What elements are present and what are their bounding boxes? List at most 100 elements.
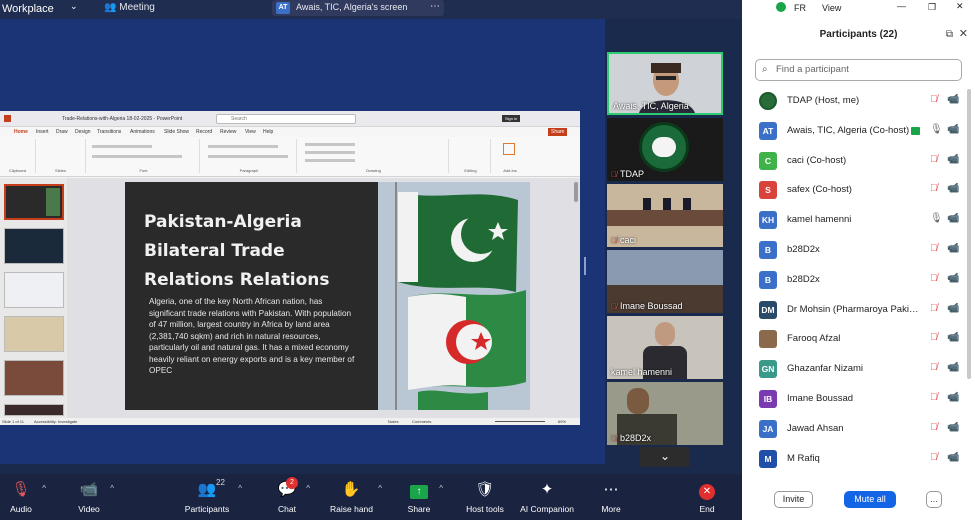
participant-row[interactable]: Bb28D2x 🎙̸ 📹 (742, 267, 975, 297)
slide-thumbnail[interactable] (4, 360, 64, 396)
close-icon[interactable]: ✕ (959, 27, 968, 40)
zoom-level[interactable]: 69% (558, 419, 566, 424)
participant-row[interactable]: DM Dr Mohsin (Pharmaroya Pakist... 🎙̸ 📹 (742, 297, 975, 327)
video-off-icon[interactable]: 📹 (947, 392, 959, 403)
chevron-up-icon[interactable]: ^ (439, 484, 443, 493)
pp-tab-draw[interactable]: Draw (56, 129, 68, 135)
slide-thumbnail[interactable] (4, 272, 64, 308)
mic-muted-icon[interactable]: 🎙̸ (930, 183, 938, 194)
mic-muted-icon[interactable]: 🎙̸ (930, 362, 938, 373)
raise-hand-button[interactable]: ✋ Raise hand ^ (330, 480, 382, 514)
stage-divider-handle[interactable] (584, 257, 586, 275)
mic-muted-icon[interactable]: 🎙̸ (930, 452, 938, 463)
chevron-down-icon[interactable]: ⌄ (640, 447, 690, 467)
mute-all-button[interactable]: Mute all (844, 491, 896, 508)
mic-muted-icon[interactable]: 🎙̸ (930, 332, 938, 343)
video-off-icon[interactable]: 📹 (947, 213, 959, 224)
participants-button[interactable]: 👥 22 Participants ^ (182, 478, 242, 514)
notes-button[interactable]: Notes (388, 419, 398, 424)
video-tile[interactable]: 🎙̸ TDAP (607, 118, 723, 181)
video-off-icon[interactable]: 📹 (947, 124, 959, 135)
pp-share-button[interactable]: Share (548, 128, 568, 136)
chat-button[interactable]: 💬 2 Chat ^ (274, 477, 310, 514)
participant-row[interactable]: Ssafex (Co-host) 🎙̸ 📹 (742, 177, 975, 207)
addins-icon[interactable] (503, 143, 515, 155)
participant-row[interactable]: AT Awais, TIC, Algeria (Co-host) 🎙 📹 (742, 118, 975, 148)
zoom-slider[interactable] (495, 421, 545, 422)
participant-row[interactable]: IB Imane Boussad 🎙̸ 📹 (742, 386, 975, 416)
pp-tab-slideshow[interactable]: Slide Show (164, 129, 189, 135)
video-off-icon[interactable]: 📹 (947, 332, 959, 343)
chevron-up-icon[interactable]: ^ (42, 484, 46, 493)
mic-icon[interactable]: 🎙 (930, 124, 943, 135)
pp-tab-home[interactable]: Home (14, 129, 28, 135)
video-tile[interactable]: kamel hamenni (607, 316, 723, 379)
chevron-up-icon[interactable]: ^ (238, 484, 242, 493)
mic-muted-icon[interactable]: 🎙̸ (930, 94, 938, 105)
more-button[interactable]: ... (926, 491, 942, 508)
video-off-icon[interactable]: 📹 (947, 362, 959, 373)
video-button[interactable]: 📹 Video ^ (74, 480, 114, 514)
mic-muted-icon[interactable]: 🎙̸ (930, 273, 938, 284)
slide-thumbnail[interactable] (4, 316, 64, 352)
participant-row[interactable]: Farooq Afzal 🎙̸ 📹 (742, 326, 975, 356)
chevron-up-icon[interactable]: ^ (378, 484, 382, 493)
end-button[interactable]: ✕ End (694, 480, 720, 514)
pp-tab-insert[interactable]: Insert (36, 129, 49, 135)
pp-tab-design[interactable]: Design (75, 129, 91, 135)
more-button[interactable]: ⋯ More (598, 480, 624, 514)
close-icon[interactable]: ✕ (956, 1, 964, 12)
video-tile[interactable]: 🎙̸ caci (607, 184, 723, 247)
participant-row[interactable]: M M Rafiq 🎙̸ 📹 (742, 446, 975, 476)
mic-icon[interactable]: 🎙 (930, 213, 943, 224)
view-button[interactable]: View (822, 3, 841, 13)
mic-muted-icon[interactable]: 🎙̸ (930, 243, 938, 254)
pp-vertical-scrollbar[interactable] (574, 182, 578, 202)
participant-row[interactable]: JA Jawad Ahsan 🎙̸ 📹 (742, 416, 975, 446)
popout-icon[interactable]: ⧉ (946, 29, 953, 40)
participant-row[interactable]: GN Ghazanfar Nizami 🎙̸ 📹 (742, 356, 975, 386)
screen-share-indicator[interactable]: AT Awais, TIC, Algeria's screen ⋯ (272, 0, 444, 16)
ai-companion-button[interactable]: ✦ AI Companion (518, 480, 576, 514)
meeting-label[interactable]: 👥 Meeting (104, 2, 155, 13)
pp-search-input[interactable]: Search (216, 114, 356, 124)
slide-thumbnail[interactable] (4, 228, 64, 264)
pp-tab-record[interactable]: Record (196, 129, 212, 135)
chevron-up-icon[interactable]: ^ (306, 484, 310, 493)
pp-tab-view[interactable]: View (245, 129, 256, 135)
slide-thumbnail[interactable] (4, 404, 64, 416)
pp-tab-help[interactable]: Help (263, 129, 273, 135)
mic-muted-icon[interactable]: 🎙̸ (930, 303, 938, 314)
pp-tab-animations[interactable]: Animations (130, 129, 155, 135)
comments-button[interactable]: Comments (412, 419, 431, 424)
host-tools-button[interactable]: 🛡 Host tools (464, 480, 506, 514)
invite-button[interactable]: Invite (774, 491, 813, 508)
minimize-icon[interactable]: — (897, 1, 906, 11)
chevron-up-icon[interactable]: ^ (110, 484, 114, 493)
video-off-icon[interactable]: 📹 (947, 273, 959, 284)
accessibility-status[interactable]: Accessibility: Investigate (34, 419, 77, 424)
mic-muted-icon[interactable]: 🎙̸ (930, 422, 938, 433)
participant-row[interactable]: Bb28D2x 🎙̸ 📹 (742, 237, 975, 267)
language-label[interactable]: FR (794, 3, 806, 13)
participant-row[interactable]: TDAP (Host, me) 🎙̸ 📹 (742, 88, 975, 118)
mic-muted-icon[interactable]: 🎙̸ (930, 154, 938, 165)
video-tile[interactable]: Awais, TIC, Algeria (607, 52, 723, 115)
video-off-icon[interactable]: 📹 (947, 183, 959, 194)
video-tile[interactable]: 🎙̸ b28D2x (607, 382, 723, 445)
more-options-icon[interactable]: ⋯ (430, 1, 440, 12)
video-off-icon[interactable]: 📹 (947, 303, 959, 314)
pp-signin-button[interactable]: Sign in (502, 115, 521, 122)
pp-tab-review[interactable]: Review (220, 129, 236, 135)
participant-search-input[interactable]: ⌕ Find a participant (755, 59, 962, 81)
participant-row[interactable]: Ccaci (Co-host) 🎙̸ 📹 (742, 148, 975, 178)
video-off-icon[interactable]: 📹 (947, 452, 959, 463)
share-button[interactable]: ↑ Share ^ (405, 480, 443, 514)
audio-button[interactable]: 🎙 Audio ^ (6, 480, 46, 514)
video-off-icon[interactable]: 📹 (947, 422, 959, 433)
chevron-down-icon[interactable]: ⌄ (70, 1, 78, 12)
participant-row[interactable]: KH kamel hamenni 🎙 📹 (742, 207, 975, 237)
mic-muted-icon[interactable]: 🎙̸ (930, 392, 938, 403)
video-off-icon[interactable]: 📹 (947, 94, 959, 105)
video-tile[interactable]: 🎙̸ Imane Boussad (607, 250, 723, 313)
